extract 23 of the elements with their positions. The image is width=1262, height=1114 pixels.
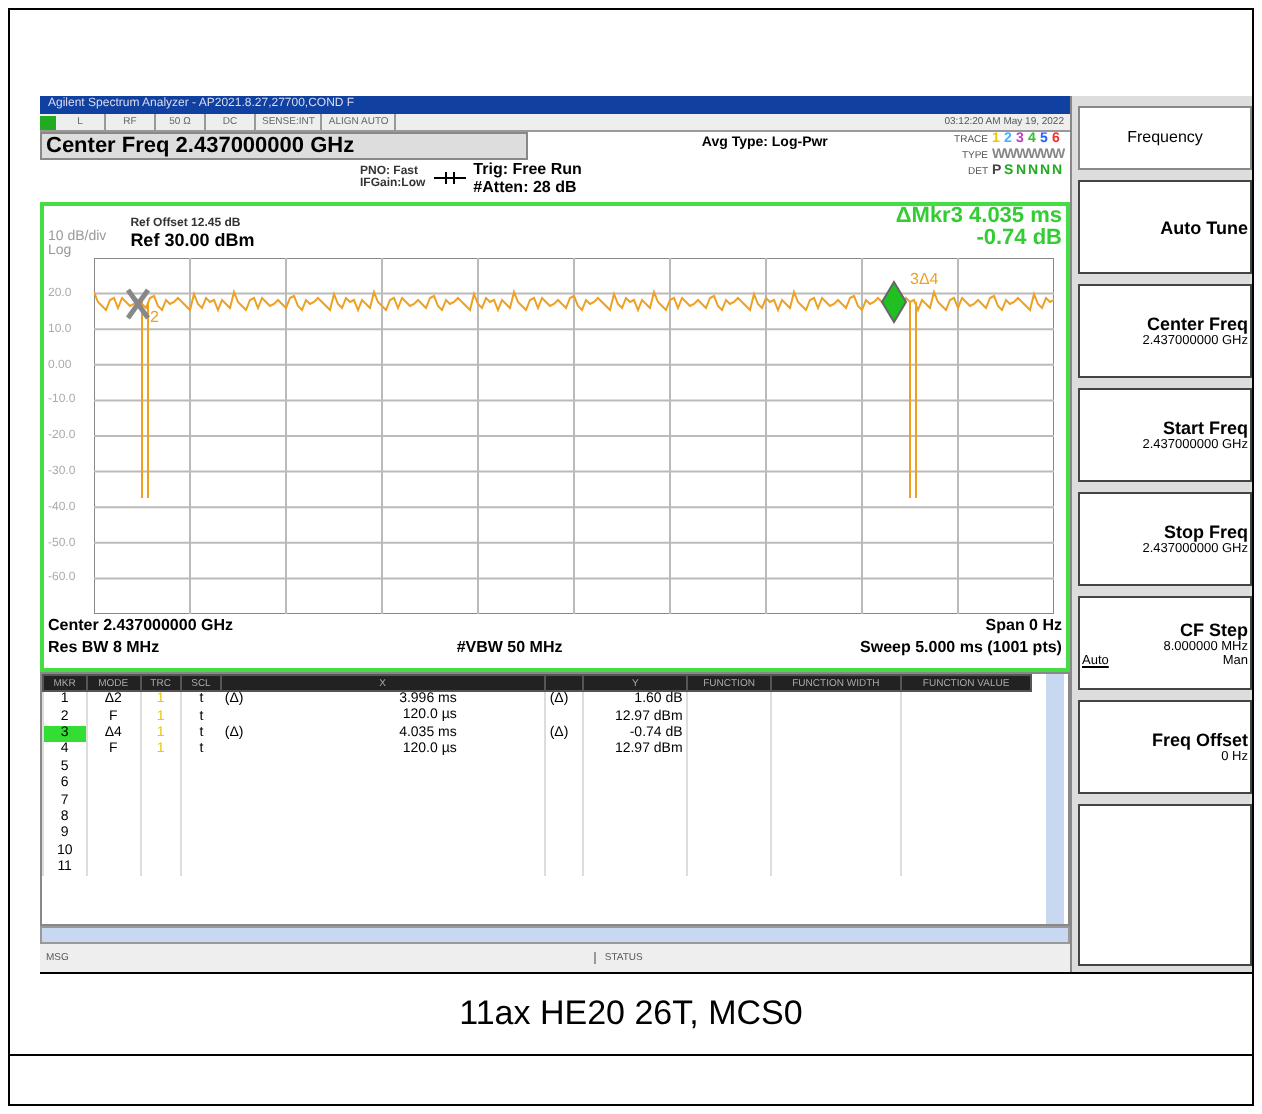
scrollbar[interactable] bbox=[40, 926, 1070, 944]
scrollbar[interactable] bbox=[1046, 674, 1064, 924]
vbw-text: #VBW 50 MHz bbox=[456, 636, 563, 658]
center-text: Center 2.437000000 GHz bbox=[48, 614, 233, 636]
menu-title: Frequency bbox=[1078, 106, 1252, 170]
caption-text: 11ax HE20 26T, MCS0 bbox=[10, 974, 1252, 1056]
center-freq-field[interactable]: Center Freq 2.437000000 GHz bbox=[40, 132, 528, 160]
gate-arrow-icon bbox=[433, 172, 466, 184]
marker-label: 3Δ4 bbox=[910, 270, 939, 288]
softkey[interactable]: Auto Tune bbox=[1078, 180, 1252, 274]
lxi-icon bbox=[40, 115, 56, 129]
span-text: Span 0 Hz bbox=[985, 614, 1062, 636]
rbw-text: Res BW 8 MHz bbox=[48, 636, 160, 658]
marker-cross-icon[interactable] bbox=[125, 287, 151, 321]
marker-diamond-icon[interactable] bbox=[880, 280, 908, 324]
column-header bbox=[544, 675, 584, 691]
trigger-text: Trig: Free Run bbox=[473, 160, 582, 178]
sweep-text: Sweep 5.000 ms (1001 pts) bbox=[860, 636, 1062, 658]
marker-readout: -0.74 dB bbox=[976, 228, 1062, 250]
ref-level-text: Ref 30.00 dBm bbox=[130, 230, 255, 250]
marker-readout: ΔMkr3 4.035 ms bbox=[895, 206, 1062, 228]
atten-text: #Atten: 28 dB bbox=[473, 178, 579, 196]
marker-label: 2 bbox=[150, 308, 159, 326]
